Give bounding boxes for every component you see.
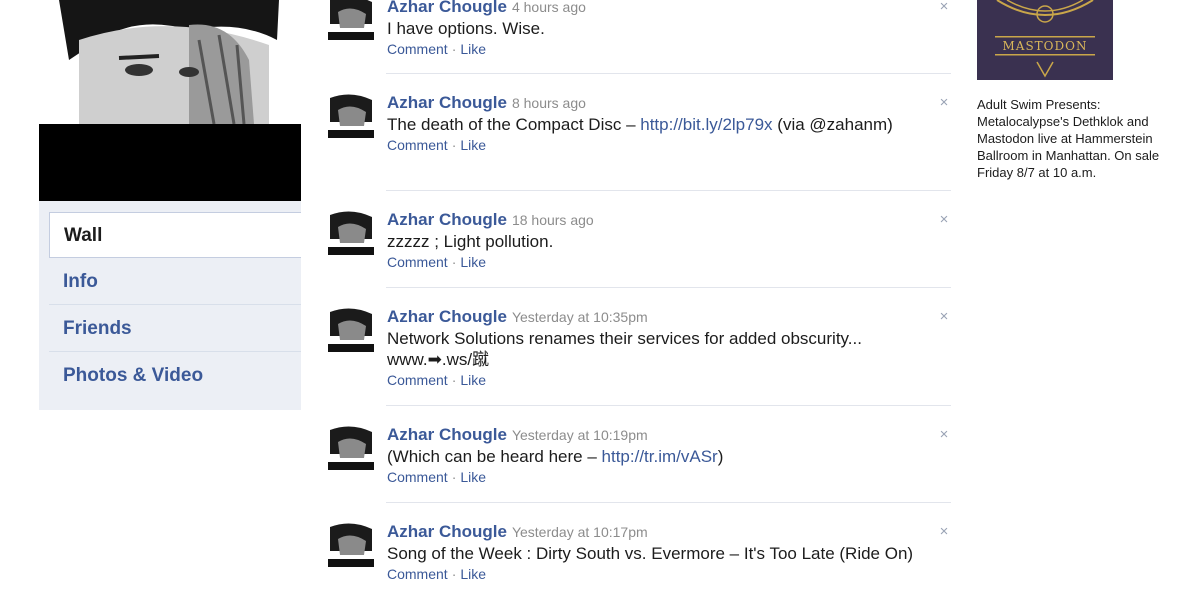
story-timestamp[interactable]: Yesterday at 10:19pm: [512, 427, 648, 443]
remove-story-icon[interactable]: ×: [937, 95, 951, 110]
story-link[interactable]: http://bit.ly/2lp79x: [640, 115, 772, 134]
ad-description[interactable]: Adult Swim Presents: Metalocalypse's Det…: [977, 96, 1167, 181]
like-link[interactable]: Like: [460, 137, 486, 153]
story-divider: [386, 73, 951, 74]
story-divider: [386, 405, 951, 406]
story-author-name[interactable]: Azhar Chougle: [387, 0, 507, 16]
story-actions: Comment · Like: [387, 564, 932, 585]
nav-item-info[interactable]: Info: [49, 259, 301, 305]
story-divider: [386, 190, 951, 191]
remove-story-icon[interactable]: ×: [937, 427, 951, 442]
story-avatar[interactable]: [328, 306, 374, 352]
story-text: Network Solutions renames their services…: [387, 329, 862, 369]
story-body: Azhar Chougle 18 hours ago zzzzz ; Light …: [387, 209, 932, 273]
story-avatar[interactable]: [328, 521, 374, 567]
comment-link[interactable]: Comment: [387, 137, 448, 153]
story-author-name[interactable]: Azhar Chougle: [387, 307, 507, 326]
comment-link[interactable]: Comment: [387, 469, 448, 485]
nav-item-friends[interactable]: Friends: [49, 306, 301, 352]
story-text: (Which can be heard here –: [387, 447, 602, 466]
action-separator: ·: [451, 137, 457, 153]
story-avatar[interactable]: [328, 92, 374, 138]
like-link[interactable]: Like: [460, 469, 486, 485]
story-body: Azhar Chougle 8 hours ago The death of th…: [387, 92, 932, 156]
profile-picture: [39, 0, 301, 124]
story-actions: Comment · Like: [387, 39, 932, 60]
story-text: zzzzz ; Light pollution.: [387, 232, 554, 251]
story-text: I have options. Wise.: [387, 19, 545, 38]
mastodon-ad-artwork: MASTODON: [977, 0, 1113, 80]
nav-item-label: Info: [63, 271, 98, 292]
nav-item-photos-video[interactable]: Photos & Video: [49, 353, 301, 399]
story-avatar[interactable]: [328, 0, 374, 40]
story-text-after: ): [717, 447, 724, 466]
story-message: Network Solutions renames their services…: [387, 328, 932, 370]
remove-story-icon[interactable]: ×: [937, 212, 951, 227]
like-link[interactable]: Like: [460, 566, 486, 582]
action-separator: ·: [451, 41, 457, 57]
story-actions: Comment · Like: [387, 467, 932, 488]
story-author-name[interactable]: Azhar Chougle: [387, 522, 507, 541]
story-message: I have options. Wise.: [387, 18, 932, 39]
story-timestamp[interactable]: 8 hours ago: [512, 95, 586, 111]
action-separator: ·: [451, 566, 457, 582]
story-actions: Comment · Like: [387, 252, 932, 273]
story-text: Song of the Week : Dirty South vs. Everm…: [387, 544, 914, 563]
comment-link[interactable]: Comment: [387, 566, 448, 582]
like-link[interactable]: Like: [460, 254, 486, 270]
story-message: Song of the Week : Dirty South vs. Everm…: [387, 543, 932, 564]
remove-story-icon[interactable]: ×: [937, 524, 951, 539]
action-separator: ·: [451, 372, 457, 388]
story-actions: Comment · Like: [387, 135, 932, 156]
nav-item-label: Friends: [63, 318, 132, 339]
story-link[interactable]: http://tr.im/vASr: [602, 447, 718, 466]
story-body: Azhar Chougle 4 hours ago I have options.…: [387, 0, 932, 60]
story-avatar[interactable]: [328, 209, 374, 255]
nav-item-wall[interactable]: Wall: [49, 212, 301, 258]
story-message: The death of the Compact Disc – http://b…: [387, 114, 932, 135]
like-link[interactable]: Like: [460, 41, 486, 57]
story-avatar[interactable]: [328, 424, 374, 470]
profile-photo[interactable]: [39, 0, 301, 201]
story-message: (Which can be heard here – http://tr.im/…: [387, 446, 932, 467]
story-timestamp[interactable]: Yesterday at 10:17pm: [512, 524, 648, 540]
action-separator: ·: [451, 254, 457, 270]
ad-image-text: MASTODON: [1003, 39, 1088, 53]
comment-link[interactable]: Comment: [387, 372, 448, 388]
story-text: The death of the Compact Disc –: [387, 115, 641, 134]
comment-link[interactable]: Comment: [387, 254, 448, 270]
story-author-name[interactable]: Azhar Chougle: [387, 210, 507, 229]
profile-face-image: [39, 0, 301, 124]
profile-nav: Wall Info Friends Photos & Video: [39, 201, 301, 410]
nav-item-label: Wall: [64, 225, 103, 246]
story-divider: [386, 287, 951, 288]
story-timestamp[interactable]: 18 hours ago: [512, 212, 594, 228]
ad-image[interactable]: MASTODON: [977, 0, 1113, 80]
story-actions: Comment · Like: [387, 370, 932, 391]
nav-item-label: Photos & Video: [63, 365, 204, 386]
wall-feed: Azhar Chougle 4 hours ago I have options.…: [326, 0, 951, 600]
story-body: Azhar Chougle Yesterday at 10:17pm Song o…: [387, 521, 932, 585]
story-body: Azhar Chougle Yesterday at 10:19pm (Which…: [387, 424, 932, 488]
story-timestamp[interactable]: Yesterday at 10:35pm: [512, 309, 648, 325]
remove-story-icon[interactable]: ×: [937, 309, 951, 324]
like-link[interactable]: Like: [460, 372, 486, 388]
story-message: zzzzz ; Light pollution.: [387, 231, 932, 252]
remove-story-icon[interactable]: ×: [937, 0, 951, 14]
action-separator: ·: [451, 469, 457, 485]
story-divider: [386, 502, 951, 503]
story-author-name[interactable]: Azhar Chougle: [387, 425, 507, 444]
story-text-after: (via @zahanm): [772, 115, 893, 134]
story-author-name[interactable]: Azhar Chougle: [387, 93, 507, 112]
story-timestamp[interactable]: 4 hours ago: [512, 0, 586, 15]
story-body: Azhar Chougle Yesterday at 10:35pm Networ…: [387, 306, 932, 391]
comment-link[interactable]: Comment: [387, 41, 448, 57]
